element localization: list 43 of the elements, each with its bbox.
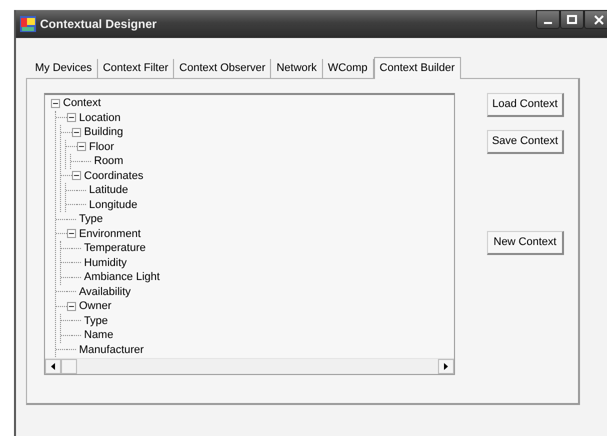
- tree-item[interactable]: Context: [60, 95, 101, 112]
- window-title: Contextual Designer: [40, 16, 157, 33]
- tree-item[interactable]: Name: [81, 327, 114, 344]
- scroll-thumb[interactable]: [61, 359, 77, 374]
- collapse-icon[interactable]: [67, 113, 76, 122]
- collapse-icon[interactable]: [67, 229, 76, 238]
- minimize-button[interactable]: [536, 10, 560, 29]
- tree-item[interactable]: Type: [81, 312, 108, 329]
- tree-item[interactable]: Type: [76, 211, 103, 228]
- right-arrow-icon: [444, 363, 448, 370]
- tree-item[interactable]: Room: [91, 153, 124, 170]
- left-arrow-icon: [51, 363, 55, 370]
- tree-item[interactable]: Location: [76, 110, 121, 126]
- maximize-button[interactable]: [560, 10, 584, 29]
- tree-item[interactable]: Owner: [76, 298, 112, 314]
- scroll-left-button[interactable]: [45, 359, 61, 374]
- tree-item[interactable]: Longitude: [86, 196, 138, 213]
- horizontal-scrollbar[interactable]: [45, 358, 454, 374]
- action-button[interactable]: Load Context: [487, 93, 564, 117]
- tree-item[interactable]: Humidity: [81, 254, 127, 271]
- tree-item[interactable]: Latitude: [86, 182, 128, 198]
- collapse-icon[interactable]: [51, 98, 60, 108]
- close-button[interactable]: [584, 10, 607, 29]
- tree-item[interactable]: Ambiance Light: [81, 269, 160, 286]
- minimize-icon: [544, 22, 552, 24]
- close-icon: [594, 14, 604, 24]
- tree-item[interactable]: Building: [81, 124, 124, 140]
- collapse-icon[interactable]: [72, 128, 81, 137]
- tree-item[interactable]: Coordinates: [81, 168, 144, 184]
- tab[interactable]: Context Builder: [374, 57, 461, 79]
- collapse-icon[interactable]: [67, 302, 76, 311]
- action-button[interactable]: Save Context: [487, 130, 564, 154]
- action-button[interactable]: New Context: [487, 231, 564, 255]
- tree-item[interactable]: Environment: [76, 226, 141, 242]
- tree-item[interactable]: Manufacturer: [76, 342, 144, 358]
- collapse-icon[interactable]: [72, 171, 81, 180]
- tree-item[interactable]: Floor: [86, 138, 114, 155]
- collapse-icon[interactable]: [77, 142, 86, 152]
- tree-item[interactable]: Temperature: [81, 240, 146, 256]
- app-icon: [20, 16, 36, 32]
- scroll-right-button[interactable]: [438, 359, 454, 374]
- tree-item[interactable]: Availability: [76, 284, 131, 300]
- maximize-icon: [567, 14, 577, 24]
